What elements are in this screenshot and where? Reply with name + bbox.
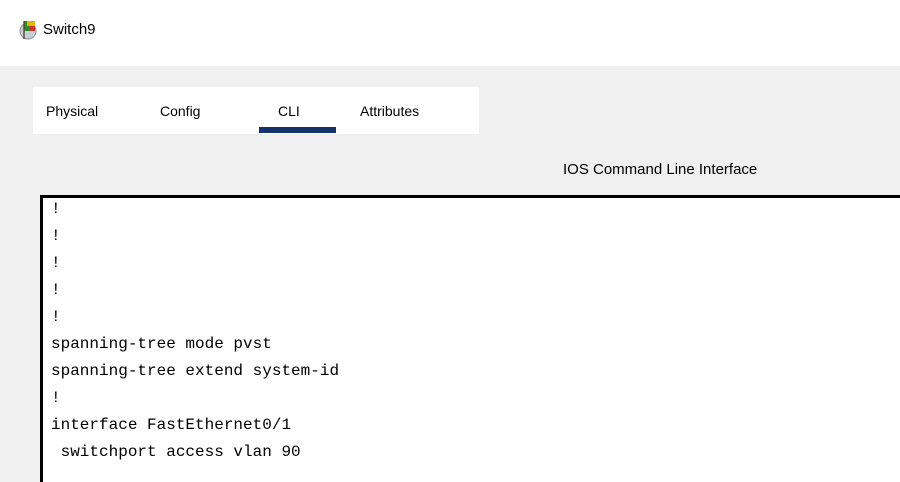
tab-bar: Physical Config CLI Attributes	[33, 87, 479, 134]
terminal-line: spanning-tree extend system-id	[51, 362, 340, 380]
terminal-line: !	[51, 308, 61, 326]
terminal-line: spanning-tree mode pvst	[51, 335, 272, 353]
terminal-line: interface FastEthernet0/1	[51, 416, 292, 434]
tab-attributes[interactable]: Attributes	[360, 103, 419, 119]
cli-terminal[interactable]: ! ! ! ! ! spanning-tree mode pvst spanni…	[40, 195, 900, 482]
terminal-line: !	[51, 200, 61, 218]
terminal-line: !	[51, 227, 61, 245]
terminal-line: !	[51, 389, 61, 407]
device-window: Switch9 Physical Config CLI Attributes I…	[0, 0, 900, 482]
switch-device-icon	[19, 21, 37, 40]
panel-header: IOS Command Line Interface	[563, 161, 758, 178]
terminal-line: !	[51, 254, 61, 272]
tab-config[interactable]: Config	[160, 103, 200, 119]
title-bar: Switch9	[0, 0, 900, 66]
tab-physical[interactable]: Physical	[46, 103, 98, 119]
terminal-line: !	[51, 281, 61, 299]
active-tab-indicator	[259, 127, 336, 133]
tab-cli[interactable]: CLI	[278, 103, 300, 119]
window-title: Switch9	[43, 21, 96, 38]
terminal-line: switchport access vlan 90	[51, 443, 301, 461]
